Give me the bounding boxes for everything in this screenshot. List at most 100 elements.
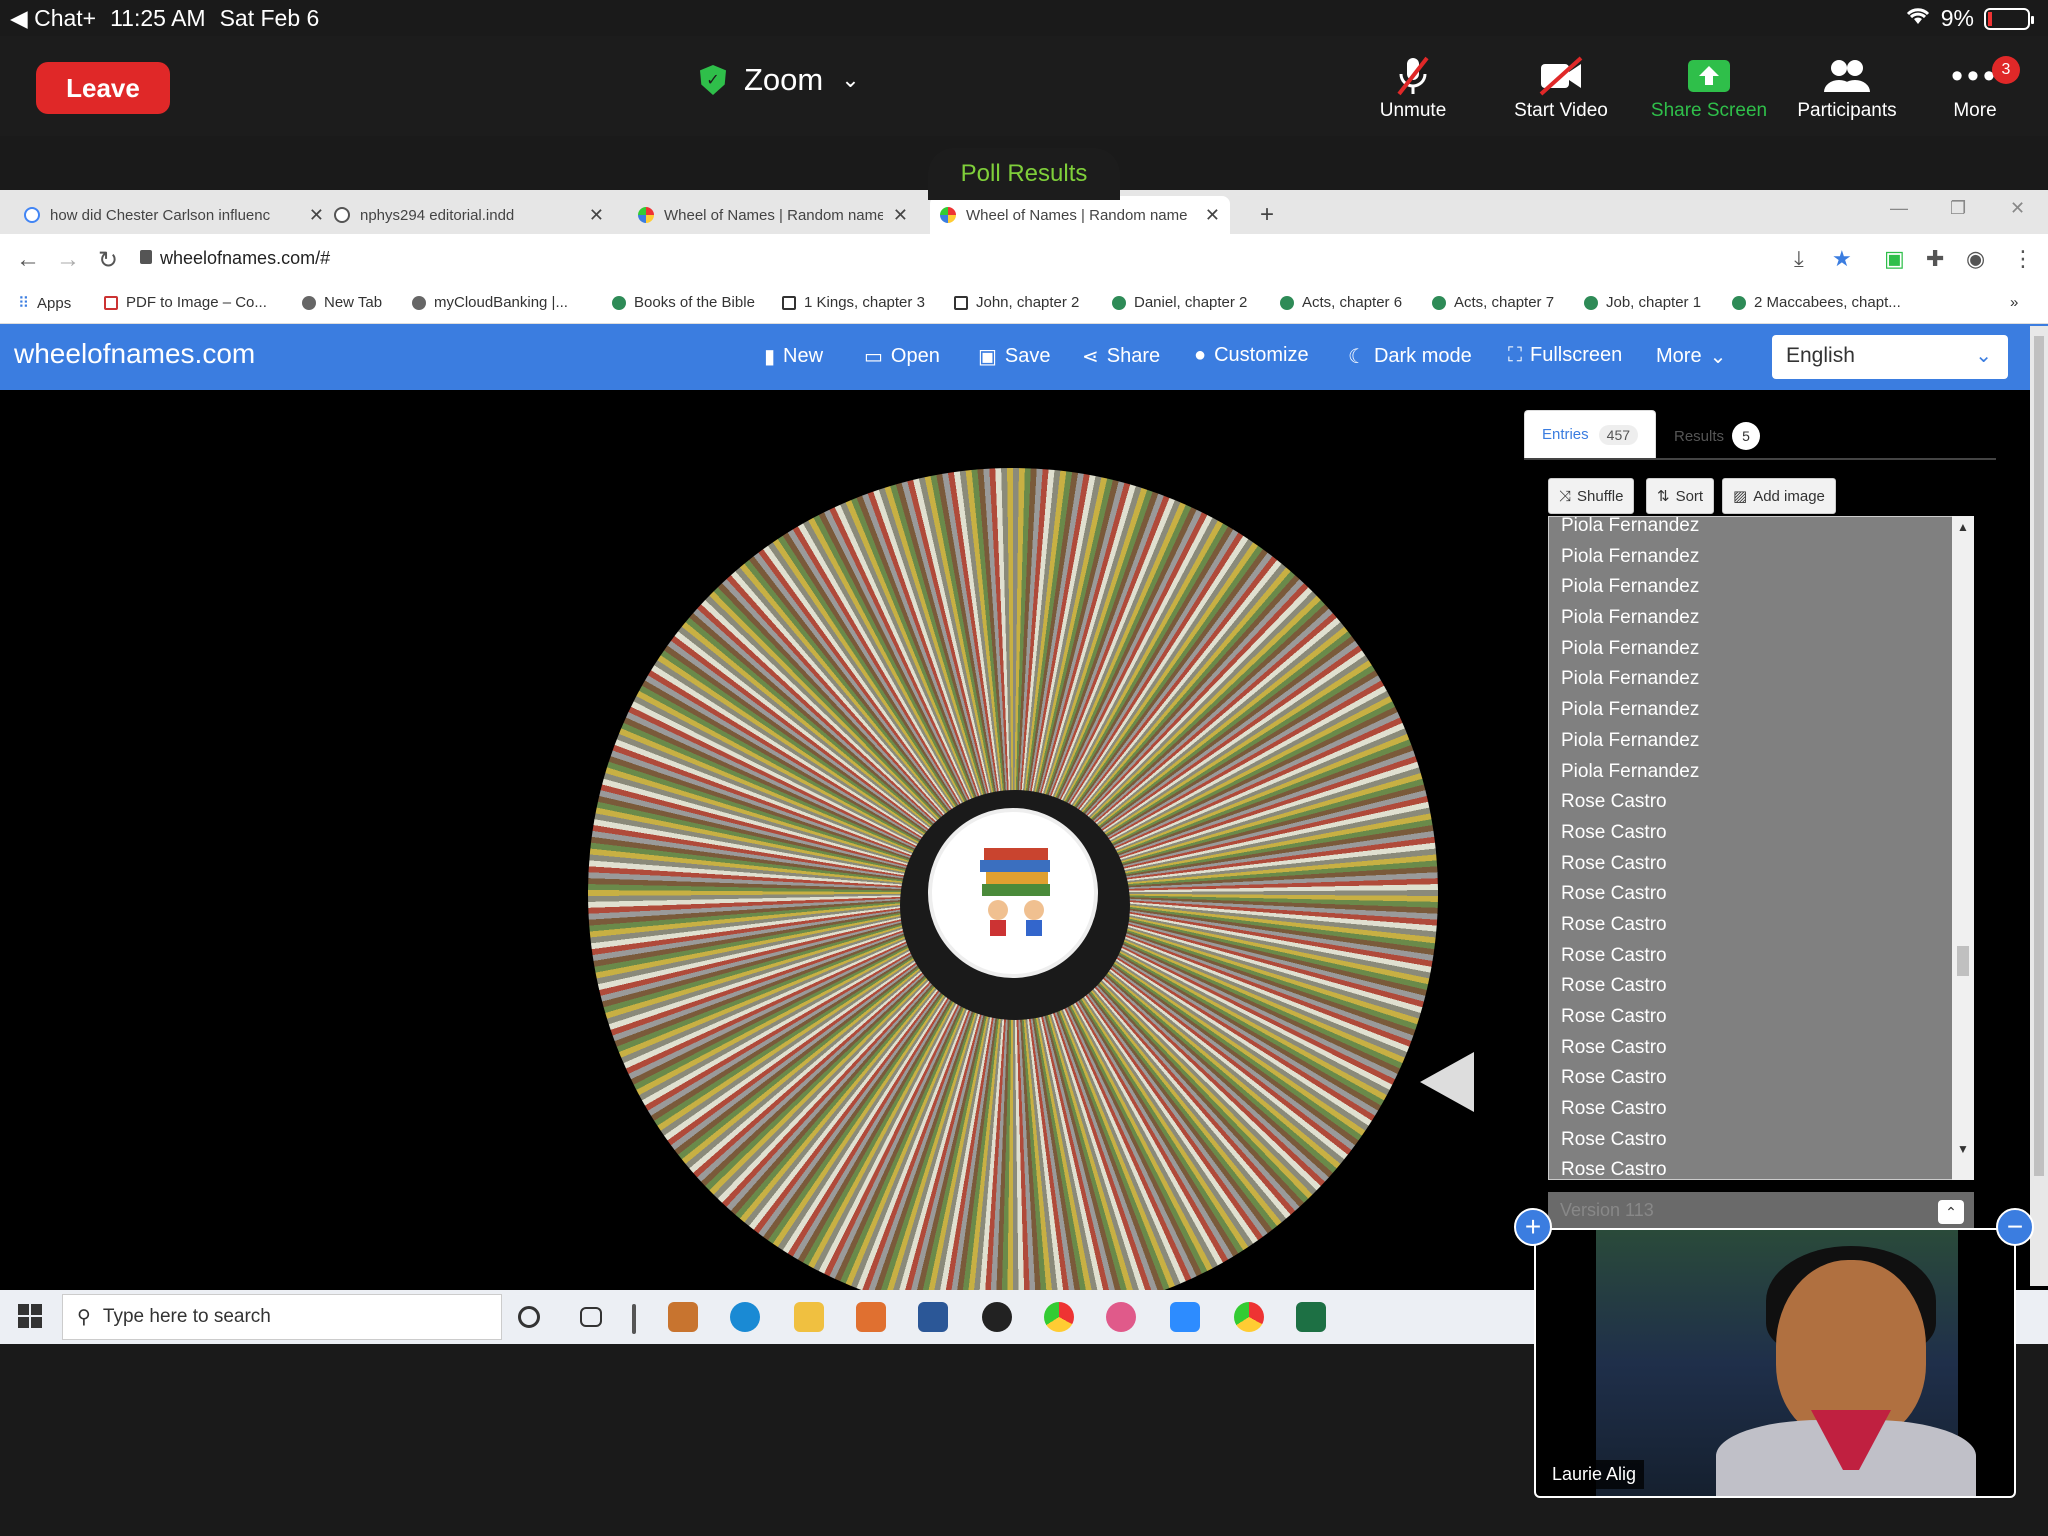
extension-icon[interactable]: ▣: [1884, 246, 1905, 272]
bookmark-item[interactable]: myCloudBanking |...: [412, 294, 568, 311]
collapse-icon[interactable]: ⌃: [1938, 1200, 1964, 1224]
bookmark-site-icon: [1280, 295, 1294, 310]
wheel-center-image[interactable]: [928, 808, 1098, 978]
bookmark-item[interactable]: Acts, chapter 6: [1280, 294, 1402, 311]
puzzle-icon[interactable]: ✚: [1926, 246, 1944, 272]
windows-start-icon[interactable]: [18, 1304, 42, 1328]
bookmark-item[interactable]: Daniel, chapter 2: [1112, 294, 1247, 311]
restore-icon[interactable]: ❐: [1950, 198, 1966, 219]
more-bookmarks-icon[interactable]: »: [2010, 294, 2018, 311]
language-select[interactable]: English ⌄: [1772, 335, 2008, 379]
bookmark-star-icon[interactable]: ★: [1832, 246, 1852, 272]
expand-video-icon[interactable]: +: [1514, 1208, 1552, 1246]
sort-button[interactable]: ⇅ Sort: [1646, 478, 1715, 514]
profile-icon[interactable]: ◉: [1966, 246, 1985, 272]
share-icon: ⋖: [1082, 346, 1099, 368]
expand-icon: ⛶: [1508, 344, 1522, 366]
excel-icon[interactable]: [1296, 1302, 1326, 1332]
browser-tab[interactable]: Wheel of Names | Random name ✕: [628, 196, 918, 234]
add-image-button[interactable]: ▨ Add image: [1722, 478, 1836, 514]
new-tab-button[interactable]: +: [1250, 196, 1284, 234]
screen: { "status_bar": {"back_app": "◀ Chat+", …: [0, 0, 2048, 1536]
new-button[interactable]: ▮ New: [764, 344, 823, 369]
video-feed: [1596, 1230, 1976, 1496]
self-video-thumbnail[interactable]: Laurie Alig: [1534, 1228, 2016, 1498]
bookmark-item[interactable]: 1 Kings, chapter 3: [782, 294, 925, 311]
zoom-icon[interactable]: [1170, 1302, 1200, 1332]
fullscreen-button[interactable]: ⛶ Fullscreen: [1508, 344, 1622, 367]
close-window-icon[interactable]: ✕: [2010, 198, 2025, 219]
bookmark-site-icon: [1732, 295, 1746, 310]
install-icon[interactable]: ⤓: [1794, 246, 1804, 272]
start-video-button[interactable]: Start Video: [1496, 52, 1626, 132]
word-icon[interactable]: [918, 1302, 948, 1332]
leave-button[interactable]: Leave: [36, 62, 170, 114]
snipping-tool-icon[interactable]: [1106, 1302, 1136, 1332]
page-scroll-thumb[interactable]: [2034, 336, 2044, 1176]
close-tab-icon[interactable]: ✕: [309, 205, 324, 226]
app-icon[interactable]: [668, 1302, 698, 1332]
entries-scrollbar[interactable]: ▲ ▼: [1952, 516, 1974, 1180]
site-brand[interactable]: wheelofnames.com: [14, 338, 255, 370]
bookmark-item[interactable]: Acts, chapter 7: [1432, 294, 1554, 311]
unmute-button[interactable]: Unmute: [1348, 52, 1478, 132]
bookmark-item[interactable]: New Tab: [302, 294, 382, 311]
scroll-up-icon[interactable]: ▲: [1957, 520, 1969, 534]
image-icon: ▨: [1733, 488, 1748, 505]
wheel-pointer: [1420, 1052, 1474, 1112]
scroll-down-icon[interactable]: ▼: [1957, 1142, 1969, 1156]
shuffle-button[interactable]: ⤨ Shuffle: [1548, 478, 1635, 514]
close-tab-icon[interactable]: ✕: [589, 205, 604, 226]
dark-mode-button[interactable]: ☾ Dark mode: [1348, 344, 1472, 369]
close-tab-icon[interactable]: ✕: [1205, 205, 1220, 226]
save-button[interactable]: ▣ Save: [978, 344, 1051, 369]
share-button[interactable]: ⋖ Share: [1082, 344, 1160, 369]
entry-line: Piola Fernandez: [1561, 699, 1700, 721]
entry-line: Piola Fernandez: [1561, 637, 1700, 659]
hp-icon[interactable]: [982, 1302, 1012, 1332]
url-field[interactable]: wheelofnames.com/#: [160, 248, 330, 269]
scroll-thumb[interactable]: [1957, 946, 1969, 976]
minimize-video-icon[interactable]: −: [1996, 1208, 2034, 1246]
browser-tab[interactable]: how did Chester Carlson influenc ✕: [14, 196, 334, 234]
task-view-icon[interactable]: [580, 1307, 602, 1327]
bookmark-item[interactable]: John, chapter 2: [954, 294, 1079, 311]
back-arrow-icon[interactable]: ←: [16, 246, 40, 274]
minimize-icon[interactable]: —: [1890, 198, 1908, 219]
taskbar-search[interactable]: ⚲ Type here to search: [62, 1294, 502, 1340]
browser-tab[interactable]: nphys294 editorial.indd ✕: [324, 196, 614, 234]
poll-results-button[interactable]: Poll Results: [928, 148, 1120, 200]
bookmark-item[interactable]: PDF to Image – Co...: [104, 294, 267, 311]
back-to-app-link[interactable]: ◀ Chat+: [10, 5, 96, 32]
more-label: More: [1953, 100, 1997, 121]
browser-tab-active[interactable]: Wheel of Names | Random name ✕: [930, 196, 1230, 234]
close-tab-icon[interactable]: ✕: [893, 205, 908, 226]
file-explorer-icon[interactable]: [794, 1302, 824, 1332]
wifi-icon: [1905, 5, 1931, 32]
meeting-title[interactable]: ✓ Zoom ⌄: [700, 62, 860, 98]
kebab-menu-icon[interactable]: ⋮: [2012, 246, 2034, 272]
bookmark-apps[interactable]: ⠿ Apps: [18, 294, 71, 313]
entries-textarea[interactable]: Piola Fernandez Piola Fernandez Piola Fern…: [1548, 516, 1974, 1180]
reload-icon[interactable]: ↻: [98, 246, 118, 275]
chrome-profile-icon[interactable]: [1234, 1302, 1264, 1332]
tab-results[interactable]: Results 5: [1674, 422, 1761, 450]
more-button[interactable]: ••• More 3: [1910, 52, 2040, 132]
participants-button[interactable]: Participants: [1782, 52, 1912, 132]
forward-arrow-icon[interactable]: →: [56, 246, 80, 274]
edge-icon[interactable]: [730, 1302, 760, 1332]
bookmark-item[interactable]: 2 Maccabees, chapt...: [1732, 294, 1901, 311]
bookmark-item[interactable]: Books of the Bible: [612, 294, 755, 311]
open-button[interactable]: ▭ Open: [864, 344, 940, 369]
customize-button[interactable]: ● Customize: [1194, 344, 1309, 367]
bookmark-item[interactable]: Job, chapter 1: [1584, 294, 1701, 311]
cortana-icon[interactable]: [518, 1306, 540, 1328]
chrome-icon[interactable]: [1044, 1302, 1074, 1332]
notification-badge: 3: [1992, 56, 2020, 84]
more-menu-button[interactable]: More ⌄: [1656, 344, 1726, 369]
chevron-down-icon: ⌄: [1975, 345, 1992, 367]
tab-entries[interactable]: Entries 457: [1524, 410, 1656, 458]
media-player-icon[interactable]: [856, 1302, 886, 1332]
share-screen-button[interactable]: Share Screen: [1644, 52, 1774, 132]
page-scrollbar[interactable]: [2030, 326, 2048, 1286]
